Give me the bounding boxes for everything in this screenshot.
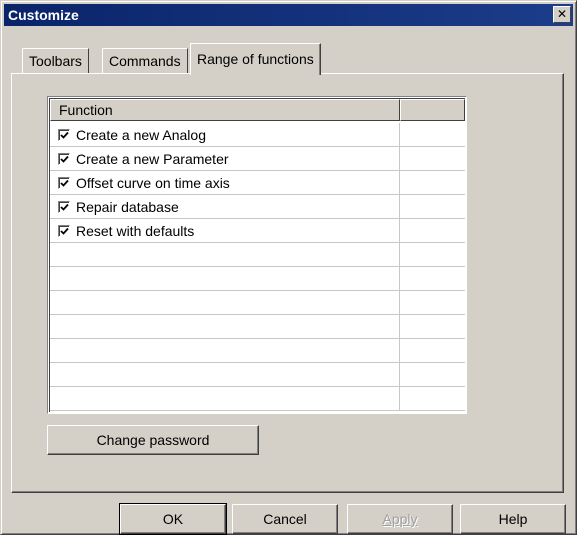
function-cell[interactable]: Create a new Analog — [50, 123, 400, 146]
blank-cell[interactable] — [400, 171, 465, 194]
tab-toolbars[interactable]: Toolbars — [22, 48, 89, 73]
function-checkbox[interactable] — [58, 128, 70, 141]
title-bar[interactable]: Customize ✕ — [4, 4, 573, 26]
checkmark-icon — [60, 179, 69, 187]
checkmark-icon — [60, 131, 69, 139]
blank-cell[interactable] — [400, 267, 465, 290]
function-cell[interactable]: Create a new Parameter — [50, 147, 400, 170]
change-password-button[interactable]: Change password — [47, 425, 259, 455]
function-label: Offset curve on time axis — [76, 174, 230, 191]
function-cell[interactable] — [50, 387, 400, 410]
tab-label: Commands — [109, 53, 181, 69]
grid-rows: Create a new Analog Create a new Paramete… — [50, 123, 465, 411]
table-row[interactable] — [50, 291, 465, 315]
blank-cell[interactable] — [400, 363, 465, 386]
function-cell[interactable]: Repair database — [50, 195, 400, 218]
table-row[interactable] — [50, 387, 465, 411]
function-cell[interactable]: Reset with defaults — [50, 219, 400, 242]
column-header-blank[interactable] — [400, 99, 465, 121]
table-row[interactable] — [50, 267, 465, 291]
blank-cell[interactable] — [400, 291, 465, 314]
function-checkbox[interactable] — [58, 200, 70, 213]
tab-label: Toolbars — [29, 53, 82, 69]
function-label: Create a new Analog — [76, 126, 206, 143]
tab-range-of-functions[interactable]: Range of functions — [190, 43, 321, 75]
function-cell[interactable]: Offset curve on time axis — [50, 171, 400, 194]
function-label: Reset with defaults — [76, 222, 195, 239]
ok-label: OK — [162, 511, 184, 527]
table-row[interactable] — [50, 315, 465, 339]
blank-cell[interactable] — [400, 195, 465, 218]
function-cell[interactable] — [50, 267, 400, 290]
function-cell[interactable] — [50, 363, 400, 386]
window-title: Customize — [8, 7, 79, 23]
apply-button[interactable]: Apply — [347, 504, 453, 534]
function-checkbox[interactable] — [58, 176, 70, 189]
blank-cell[interactable] — [400, 387, 465, 410]
tab-label: Range of functions — [197, 51, 314, 67]
functions-grid[interactable]: Function Create a new Analog Create a new… — [47, 96, 467, 414]
grid-body: Function Create a new Analog Create a new… — [49, 98, 465, 412]
checkmark-icon — [60, 155, 69, 163]
tab-commands[interactable]: Commands — [102, 48, 188, 73]
function-label: Create a new Parameter — [76, 150, 229, 167]
table-row[interactable] — [50, 363, 465, 387]
ok-button-frame: OK — [119, 503, 227, 535]
blank-cell[interactable] — [400, 147, 465, 170]
cancel-button[interactable]: Cancel — [232, 504, 338, 534]
blank-cell[interactable] — [400, 243, 465, 266]
customize-dialog: Customize ✕ Toolbars Commands Range of f… — [0, 0, 577, 535]
table-row[interactable]: Offset curve on time axis — [50, 171, 465, 195]
cancel-label: Cancel — [263, 511, 307, 527]
blank-cell[interactable] — [400, 219, 465, 242]
function-cell[interactable] — [50, 291, 400, 314]
change-password-label: Change password — [96, 432, 210, 448]
ok-button[interactable]: OK — [120, 504, 226, 534]
blank-cell[interactable] — [400, 315, 465, 338]
table-row[interactable]: Repair database — [50, 195, 465, 219]
help-label: Help — [498, 511, 528, 527]
table-row[interactable] — [50, 339, 465, 363]
help-button[interactable]: Help — [460, 504, 566, 534]
close-button[interactable]: ✕ — [553, 6, 571, 23]
checkmark-icon — [60, 203, 69, 211]
function-checkbox[interactable] — [58, 224, 70, 237]
table-row[interactable]: Create a new Parameter — [50, 147, 465, 171]
table-row[interactable]: Create a new Analog — [50, 123, 465, 147]
function-checkbox[interactable] — [58, 152, 70, 165]
function-label: Repair database — [76, 198, 179, 215]
apply-label: Apply — [382, 511, 418, 527]
blank-cell[interactable] — [400, 123, 465, 146]
table-row[interactable]: Reset with defaults — [50, 219, 465, 243]
column-header-function[interactable]: Function — [50, 99, 400, 121]
grid-header: Function — [50, 99, 465, 123]
function-cell[interactable] — [50, 243, 400, 266]
blank-cell[interactable] — [400, 339, 465, 362]
function-cell[interactable] — [50, 339, 400, 362]
close-icon: ✕ — [556, 7, 568, 21]
table-row[interactable] — [50, 243, 465, 267]
function-cell[interactable] — [50, 315, 400, 338]
checkmark-icon — [60, 227, 69, 235]
